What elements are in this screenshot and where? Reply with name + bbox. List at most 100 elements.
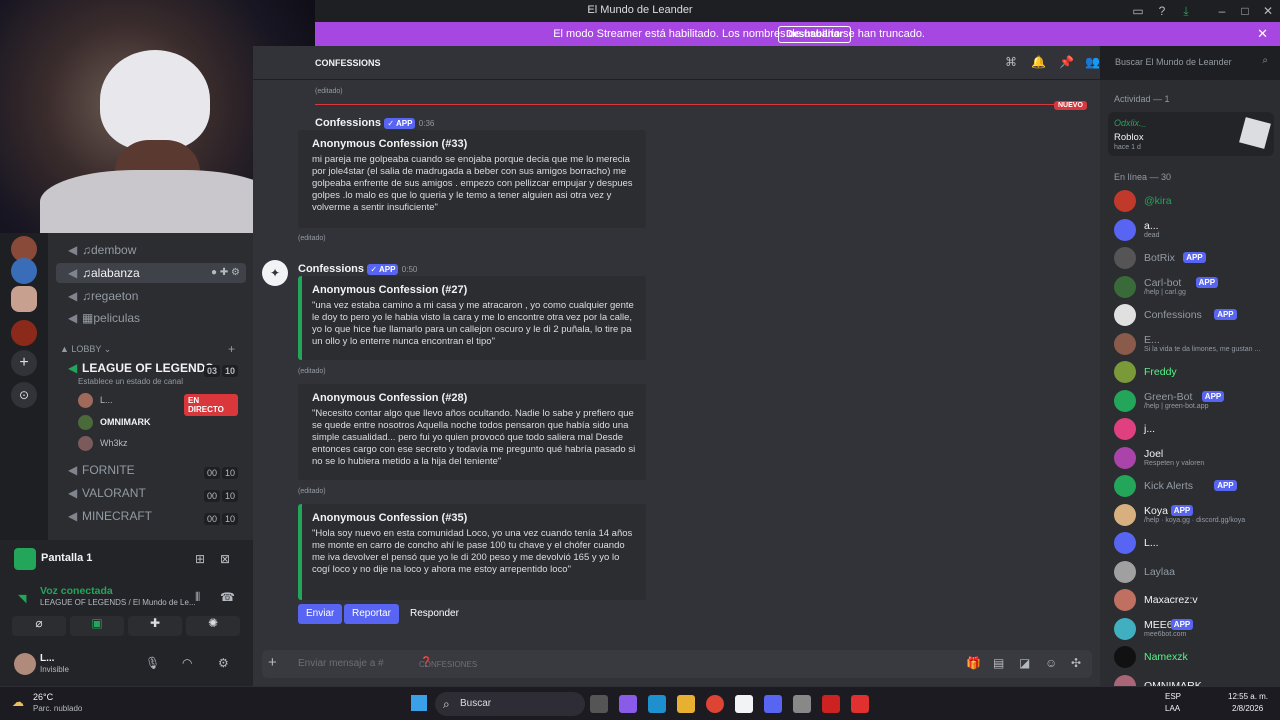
channel-alabanza[interactable]: ◀ ♫alabanza ● ✚ ⚙ <box>56 263 246 283</box>
app-icon[interactable] <box>822 695 840 713</box>
camera-off-button[interactable]: ⌀ <box>12 616 66 636</box>
member-item[interactable]: Maxacrez:v <box>1114 589 1274 611</box>
member-item[interactable]: BotRix APP <box>1114 247 1274 269</box>
server-icon[interactable] <box>11 320 37 346</box>
inbox-icon[interactable]: ▭ <box>1130 3 1146 19</box>
clock-time[interactable]: 12:55 a. m. <box>1228 692 1268 701</box>
app-icon[interactable] <box>851 695 869 713</box>
activity-card[interactable]: Odxlix._ Roblox hace 1 d <box>1108 112 1274 156</box>
channel-dembow[interactable]: ◀ ♫dembow <box>56 240 246 260</box>
server-icon[interactable] <box>11 258 37 284</box>
voice-channel-fornite[interactable]: ◀ FORNITE 00 10 <box>56 460 246 480</box>
edited-label: (editado) <box>298 488 326 495</box>
add-server-icon[interactable]: + <box>11 350 37 376</box>
edge-icon[interactable] <box>648 695 666 713</box>
bell-icon[interactable]: 🔔 <box>1031 55 1046 69</box>
disable-streamer-button[interactable]: Deshabilitar <box>778 26 852 43</box>
channel-status[interactable]: Establece un estado de canal <box>78 377 183 386</box>
cap-shape <box>100 50 210 150</box>
chrome-icon[interactable] <box>706 695 724 713</box>
member-item[interactable]: Namexzk <box>1114 646 1274 668</box>
language-indicator[interactable]: ESP <box>1165 692 1181 701</box>
minimize-button[interactable]: – <box>1214 3 1230 19</box>
windows-start-icon[interactable] <box>411 695 427 711</box>
weather-desc[interactable]: Parc. nublado <box>33 704 82 713</box>
obs-icon[interactable] <box>793 695 811 713</box>
headphones-icon[interactable]: ◠ <box>182 656 192 670</box>
member-item[interactable]: @kira <box>1114 190 1274 212</box>
server-icon-active[interactable] <box>11 286 37 312</box>
voice-user[interactable]: L... EN DIRECTO <box>78 392 238 416</box>
category-lobby[interactable]: ▲ LOBBY ⌄ <box>60 344 111 355</box>
member-item[interactable]: j... <box>1114 418 1274 440</box>
voice-channel-lol[interactable]: ◀ LEAGUE OF LEGENDS 03 10 <box>56 358 246 378</box>
copilot-icon[interactable] <box>619 695 637 713</box>
member-item[interactable]: Confessions APP <box>1114 304 1274 326</box>
channel-regaeton[interactable]: ◀ ♫regaeton <box>56 286 246 306</box>
explorer-icon[interactable] <box>677 695 695 713</box>
taskbar-search[interactable]: ⌕ Buscar <box>435 692 585 716</box>
maximize-button[interactable]: □ <box>1237 3 1253 19</box>
search-input[interactable]: Buscar El Mundo de Leander ⌕ <box>1110 52 1274 73</box>
stop-stream-icon[interactable]: ⊠ <box>220 552 230 566</box>
attach-icon[interactable]: + <box>268 654 277 671</box>
noise-suppression-icon[interactable]: ⦀ <box>195 590 200 605</box>
send-button[interactable]: Enviar <box>298 604 343 624</box>
member-item[interactable]: Joel Respeten y valoren <box>1114 446 1274 469</box>
bot-avatar[interactable]: ✦ <box>262 260 288 286</box>
message-composer[interactable]: + Enviar mensaje a # ❓ CONFESIONES 🎁 ▤ ◪… <box>262 650 1092 678</box>
member-item[interactable]: E... Si la vida te da limones, me gustan … <box>1114 332 1274 355</box>
soundboard-button[interactable]: ✺ <box>186 616 240 636</box>
online-header: En línea — 30 <box>1114 172 1172 182</box>
member-item[interactable]: Laylaa <box>1114 560 1274 583</box>
gamepad-icon[interactable]: ⊞ <box>195 552 205 566</box>
clock-date[interactable]: 2/8/2026 <box>1232 704 1263 713</box>
voice-user[interactable]: Wh3kz <box>78 435 238 453</box>
member-item[interactable]: Kick Alerts APP <box>1114 475 1274 497</box>
member-item[interactable]: MEE6 APP mee6bot.com <box>1114 617 1274 640</box>
screen-share-button[interactable]: ▣ <box>70 616 124 636</box>
reply-button[interactable]: Responder <box>402 604 467 624</box>
region-indicator[interactable]: LAA <box>1165 704 1180 713</box>
disconnect-icon[interactable]: ☎ <box>220 590 235 604</box>
discover-icon[interactable]: ⊙ <box>11 382 37 408</box>
apps-icon[interactable]: ✣ <box>1071 656 1081 670</box>
emoji-icon[interactable]: ☺ <box>1045 656 1057 670</box>
member-item[interactable]: Freddy <box>1114 361 1274 383</box>
channel-peliculas[interactable]: ◀ ▦peliculas <box>56 308 246 328</box>
discord-icon[interactable] <box>764 695 782 713</box>
capcut-icon[interactable] <box>735 695 753 713</box>
report-button[interactable]: Reportar <box>344 604 399 624</box>
members-icon[interactable]: 👥 <box>1085 55 1100 69</box>
gift-icon[interactable]: 🎁 <box>966 656 981 670</box>
pin-icon[interactable]: 📌 <box>1059 55 1074 69</box>
member-item[interactable]: a... dead <box>1114 218 1274 241</box>
member-item[interactable]: Green-Bot APP/help | green-bot.app <box>1114 389 1274 412</box>
voice-channel-minecraft[interactable]: ◀ MINECRAFT 00 10 <box>56 506 246 526</box>
user-count: 00 10 <box>202 509 238 529</box>
activities-button[interactable]: ✚ <box>128 616 182 636</box>
user-avatar[interactable] <box>14 653 36 675</box>
channel-actions[interactable]: ● ✚ ⚙ <box>211 263 240 283</box>
member-item[interactable]: Koya APP/help · koya.gg · discord.gg/koya <box>1114 503 1274 526</box>
download-icon[interactable]: ⤓ <box>1178 3 1194 19</box>
help-icon[interactable]: ? <box>1154 3 1170 19</box>
voice-location[interactable]: LEAGUE OF LEGENDS / El Mundo de Le... <box>40 598 196 607</box>
close-button[interactable]: ✕ <box>1260 3 1276 19</box>
voice-channel-valorant[interactable]: ◀ VALORANT 00 10 <box>56 483 246 503</box>
close-banner-icon[interactable]: ✕ <box>1257 26 1268 42</box>
user-count: 03 10 <box>202 361 238 381</box>
add-channel-icon[interactable]: + <box>228 342 235 356</box>
threads-icon[interactable]: ⌘ <box>1005 55 1017 69</box>
settings-icon[interactable]: ⚙ <box>218 656 229 670</box>
voice-status[interactable]: Voz conectada <box>40 585 113 597</box>
weather-temp[interactable]: 26°C <box>33 692 53 702</box>
member-item[interactable]: L... <box>1114 532 1274 554</box>
gif-icon[interactable]: ▤ <box>993 656 1004 670</box>
member-status: /help · koya.gg · discord.gg/koya <box>1144 516 1246 524</box>
member-item[interactable]: Carl-bot APP/help | carl.gg <box>1114 275 1274 298</box>
task-view-icon[interactable] <box>590 695 608 713</box>
sticker-icon[interactable]: ◪ <box>1019 656 1030 670</box>
voice-user[interactable]: OMNIMARK <box>78 414 238 432</box>
microphone-icon[interactable]: 🎙 <box>145 656 160 670</box>
